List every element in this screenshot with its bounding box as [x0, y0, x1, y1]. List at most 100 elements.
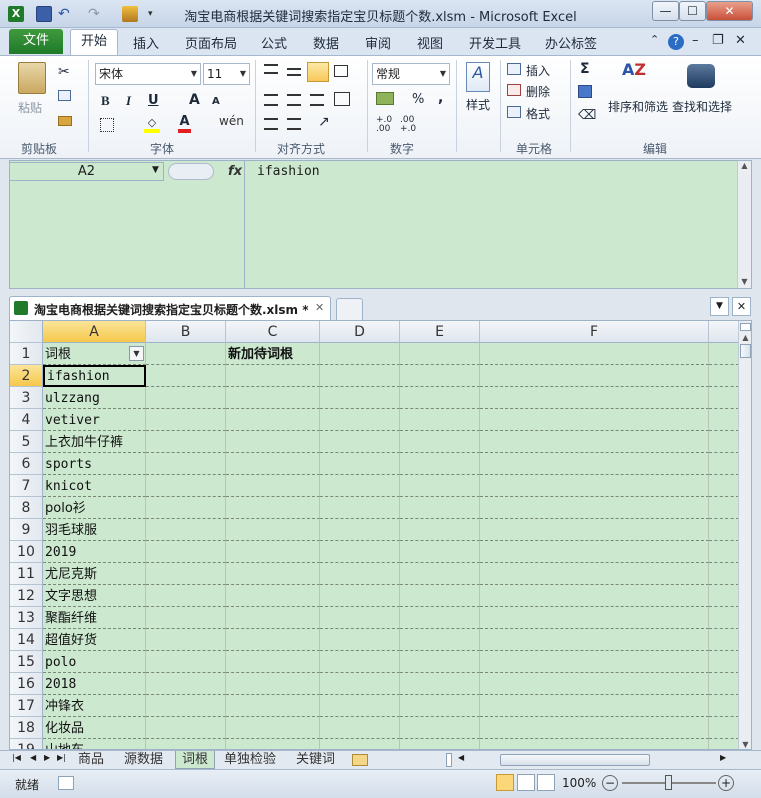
clear-icon[interactable]: ⌫	[578, 108, 596, 123]
shrink-font-button[interactable]: A	[212, 96, 220, 107]
cell-d18[interactable]	[320, 717, 400, 739]
cell-c2[interactable]	[226, 365, 320, 387]
cell-d3[interactable]	[320, 387, 400, 409]
zoom-out-icon[interactable]: −	[602, 775, 618, 791]
cell-c3[interactable]	[226, 387, 320, 409]
scroll-down-icon[interactable]: ▼	[739, 740, 751, 749]
styles-button[interactable]: 样式	[466, 96, 490, 113]
cell-g9[interactable]	[709, 519, 739, 541]
horizontal-scrollbar-thumb[interactable]	[500, 754, 650, 766]
document-tab[interactable]: 淘宝电商根据关键词搜索指定宝贝标题个数.xlsm * ✕	[9, 296, 331, 320]
cell-g1[interactable]	[709, 343, 739, 365]
cell-f12[interactable]	[480, 585, 709, 607]
column-header-e[interactable]: E	[400, 321, 480, 343]
cell-e9[interactable]	[400, 519, 480, 541]
cell-c17[interactable]	[226, 695, 320, 717]
cell-b5[interactable]	[146, 431, 226, 453]
cell-d5[interactable]	[320, 431, 400, 453]
row-header[interactable]: 11	[10, 563, 43, 585]
hscroll-right-icon[interactable]: ▶	[720, 753, 726, 762]
number-format-combo[interactable]: 常规 ▼	[372, 63, 450, 85]
cell-b17[interactable]	[146, 695, 226, 717]
fill-icon[interactable]	[578, 85, 592, 98]
maximize-button[interactable]: ☐	[679, 1, 706, 21]
cell-g8[interactable]	[709, 497, 739, 519]
cell-e2[interactable]	[400, 365, 480, 387]
cell-a3[interactable]: ulzzang	[43, 387, 146, 409]
cell-g13[interactable]	[709, 607, 739, 629]
cell-c16[interactable]	[226, 673, 320, 695]
column-header-d[interactable]: D	[320, 321, 400, 343]
cell-e1[interactable]	[400, 343, 480, 365]
cell-f4[interactable]	[480, 409, 709, 431]
grow-font-button[interactable]: A	[189, 92, 200, 108]
cell-e6[interactable]	[400, 453, 480, 475]
row-header[interactable]: 17	[10, 695, 43, 717]
cell-b14[interactable]	[146, 629, 226, 651]
cell-f19[interactable]	[480, 739, 709, 749]
row-header[interactable]: 5	[10, 431, 43, 453]
cell-d14[interactable]	[320, 629, 400, 651]
cell-d4[interactable]	[320, 409, 400, 431]
orientation-icon[interactable]: ↗	[318, 114, 330, 130]
zoom-slider-thumb[interactable]	[665, 775, 672, 790]
cell-c4[interactable]	[226, 409, 320, 431]
cell-g7[interactable]	[709, 475, 739, 497]
wen-button[interactable]: wén	[219, 114, 244, 128]
tab-close-all-icon[interactable]: ✕	[732, 297, 751, 316]
cell-b15[interactable]	[146, 651, 226, 673]
cell-b8[interactable]	[146, 497, 226, 519]
cell-f18[interactable]	[480, 717, 709, 739]
doc-restore-icon[interactable]: ❐	[712, 33, 724, 48]
cell-a4[interactable]: vetiver	[43, 409, 146, 431]
tab-file[interactable]: 文件	[9, 29, 63, 54]
cut-icon[interactable]: ✂	[58, 64, 70, 80]
align-center-icon[interactable]	[287, 94, 301, 106]
zoom-in-icon[interactable]: +	[718, 775, 734, 791]
cell-a15[interactable]: polo	[43, 651, 146, 673]
cell-g15[interactable]	[709, 651, 739, 673]
cell-e14[interactable]	[400, 629, 480, 651]
page-layout-view-icon[interactable]	[517, 774, 535, 791]
sheet-nav-first-icon[interactable]: |◀	[12, 753, 21, 762]
row-header[interactable]: 14	[10, 629, 43, 651]
cell-d7[interactable]	[320, 475, 400, 497]
cell-c14[interactable]	[226, 629, 320, 651]
cell-a5[interactable]: 上衣加牛仔裤	[43, 431, 146, 453]
cell-e7[interactable]	[400, 475, 480, 497]
cell-g6[interactable]	[709, 453, 739, 475]
cell-e4[interactable]	[400, 409, 480, 431]
document-tab-close-icon[interactable]: ✕	[315, 301, 324, 314]
split-box-icon[interactable]	[740, 323, 751, 331]
cell-a18[interactable]: 化妆品	[43, 717, 146, 739]
decrease-indent-icon[interactable]	[264, 118, 278, 130]
cell-g3[interactable]	[709, 387, 739, 409]
cell-c7[interactable]	[226, 475, 320, 497]
cell-f10[interactable]	[480, 541, 709, 563]
cell-e11[interactable]	[400, 563, 480, 585]
cell-e10[interactable]	[400, 541, 480, 563]
underline-button[interactable]: U	[148, 93, 159, 108]
fill-color-icon[interactable]: ◇	[144, 116, 160, 133]
comma-button[interactable]: ,	[438, 90, 443, 106]
border-icon[interactable]	[100, 118, 114, 132]
normal-view-icon[interactable]	[496, 774, 514, 791]
cell-f16[interactable]	[480, 673, 709, 695]
cell-a12[interactable]: 文字思想	[43, 585, 146, 607]
sort-filter-button[interactable]: 排序和筛选	[608, 98, 668, 115]
cell-e15[interactable]	[400, 651, 480, 673]
cell-c12[interactable]	[226, 585, 320, 607]
paste-button[interactable]: 粘贴	[18, 99, 42, 116]
cell-g12[interactable]	[709, 585, 739, 607]
cell-d8[interactable]	[320, 497, 400, 519]
cell-b6[interactable]	[146, 453, 226, 475]
percent-button[interactable]: %	[412, 92, 424, 107]
row-header[interactable]: 6	[10, 453, 43, 475]
cell-d15[interactable]	[320, 651, 400, 673]
cell-g14[interactable]	[709, 629, 739, 651]
paste-icon[interactable]	[18, 62, 46, 94]
formula-scrollbar[interactable]: ▲ ▼	[737, 161, 751, 288]
doc-close-icon[interactable]: ✕	[735, 33, 746, 48]
copy-icon[interactable]	[58, 90, 71, 101]
cell-b18[interactable]	[146, 717, 226, 739]
